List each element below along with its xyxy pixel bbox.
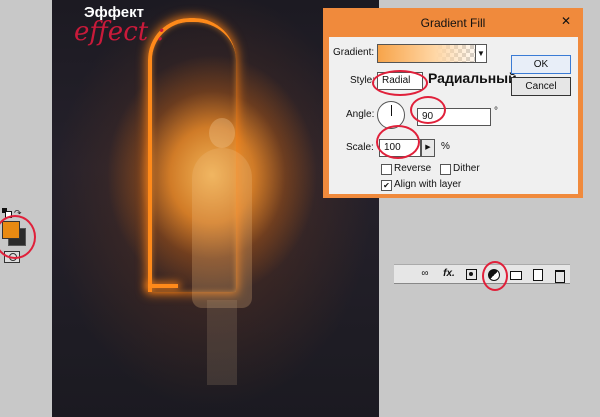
cancel-button[interactable]: Cancel [511, 77, 571, 96]
highlight-circle-style [372, 70, 428, 96]
fx-icon[interactable]: fx. [440, 267, 458, 281]
close-icon[interactable]: ✕ [555, 13, 577, 29]
glowing-arch-base [148, 284, 178, 288]
highlight-circle-swatches [0, 215, 36, 259]
dialog-title: Gradient Fill [420, 16, 486, 30]
align-checkbox[interactable]: ✔ [381, 180, 392, 191]
angle-unit: ° [494, 106, 498, 117]
screenshot: ↷ Эффект effect : Gradient Fill ✕ Gradie… [0, 0, 600, 417]
style-note-ru: Радиальный [428, 70, 517, 86]
gradient-fill-dialog: Gradient Fill ✕ Gradient: ▼ Style: Radia… [323, 8, 583, 198]
angle-label: Angle: [346, 109, 375, 120]
dither-label: Dither [453, 163, 480, 174]
gradient-label: Gradient: [333, 47, 375, 58]
link-icon[interactable]: ∞ [418, 267, 432, 281]
scale-label: Scale: [346, 142, 374, 153]
trash-icon[interactable] [552, 267, 566, 283]
scale-unit: % [441, 141, 450, 152]
figure-legs [207, 300, 237, 385]
reverse-checkbox[interactable] [381, 164, 392, 175]
mask-icon[interactable] [464, 267, 478, 281]
angle-needle [391, 105, 392, 116]
dialog-body: Gradient: ▼ Style: Radial Радиальный Ang… [329, 37, 578, 194]
chevron-down-icon[interactable]: ▼ [475, 44, 487, 63]
group-icon[interactable] [508, 267, 522, 281]
tools-panel: ↷ [0, 0, 52, 417]
highlight-circle-adjustment [482, 261, 508, 291]
gradient-preview[interactable] [377, 44, 484, 63]
highlight-circle-scale [376, 125, 420, 159]
new-layer-icon[interactable] [530, 267, 544, 281]
figure-head [209, 118, 235, 148]
figure-silhouette [192, 148, 252, 308]
scale-stepper[interactable]: ▶ [421, 139, 435, 157]
dither-checkbox[interactable] [440, 164, 451, 175]
ok-button[interactable]: OK [511, 55, 571, 74]
reverse-label: Reverse [394, 163, 432, 174]
align-label: Align with layer [394, 179, 462, 190]
effect-handwritten: effect : [74, 17, 166, 47]
highlight-circle-angle [410, 96, 446, 124]
